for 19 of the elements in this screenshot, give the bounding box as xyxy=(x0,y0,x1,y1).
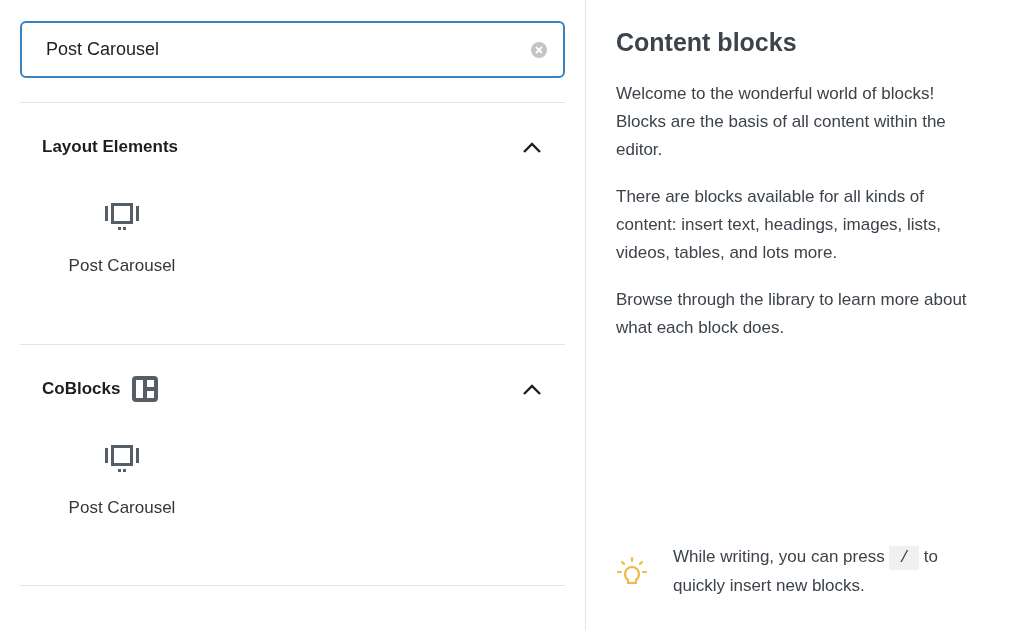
search-field[interactable]: Post Carousel xyxy=(20,21,565,78)
tip-text: to xyxy=(923,547,938,566)
tip-text: While writing, you can press xyxy=(673,547,885,566)
help-paragraph: There are blocks available for all kinds of content: insert text, headings, images, lists, videos, tables, and lots more. xyxy=(616,186,943,264)
carousel-icon xyxy=(105,201,139,231)
block-item[interactable]: Post Carousel xyxy=(42,443,202,521)
help-paragraph: Browse through the library to learn more about what each block does. xyxy=(616,289,968,339)
search-input: Post Carousel xyxy=(46,36,531,63)
help-title: Content blocks xyxy=(616,27,798,58)
help-paragraph: Welcome to the wonderful world of blocks! Blocks are the basis of all content within the editor. xyxy=(616,83,947,161)
collection-icon xyxy=(132,376,159,402)
keyboard-key: / xyxy=(889,546,919,570)
section-title[interactable]: CoBlocks xyxy=(42,376,121,402)
section-title[interactable]: Layout Elements xyxy=(42,134,179,160)
block-item[interactable]: Post Carousel xyxy=(42,201,202,279)
chevron-up-icon[interactable] xyxy=(523,383,541,395)
tip-text: quickly insert new blocks. xyxy=(673,575,866,597)
carousel-icon xyxy=(105,443,139,473)
chevron-up-icon[interactable] xyxy=(523,141,541,153)
